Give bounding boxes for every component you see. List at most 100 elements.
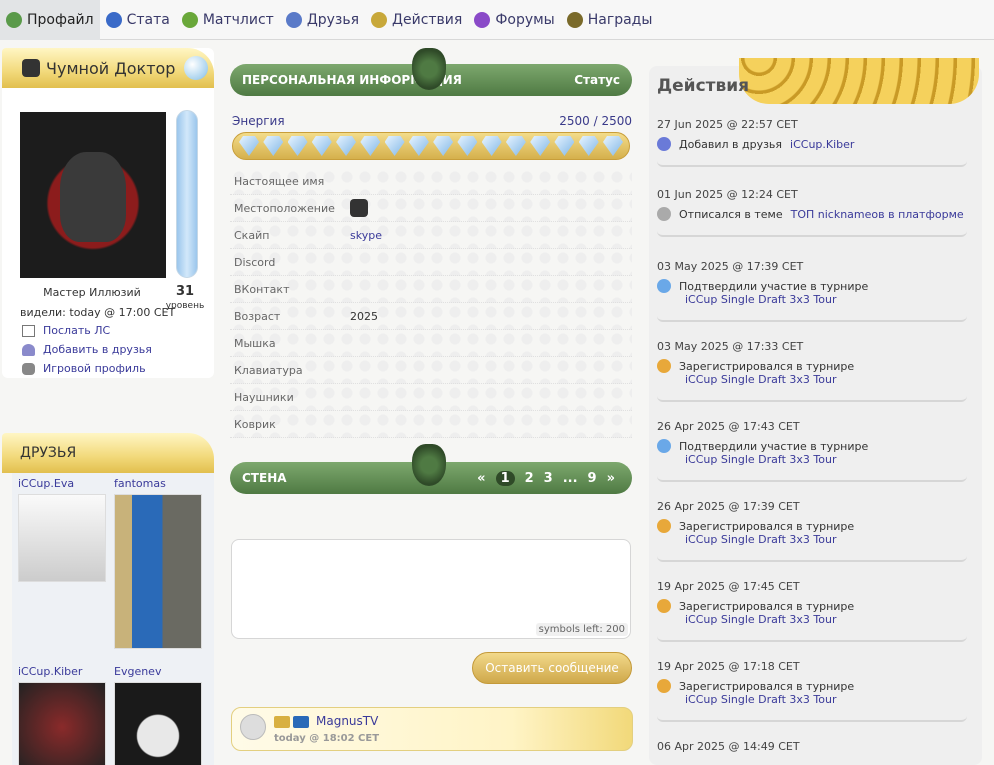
- tab-actions[interactable]: Действия: [365, 0, 468, 40]
- info-key: Местоположение: [234, 201, 335, 215]
- stats-icon: [105, 11, 122, 28]
- wall-message-input[interactable]: symbols left: 200: [231, 539, 631, 639]
- info-value[interactable]: skype: [350, 229, 382, 242]
- crown-icon: [274, 716, 290, 728]
- diamond-icon: [287, 136, 308, 156]
- confirm-icon: [657, 439, 671, 453]
- diamond-icon: [457, 136, 478, 156]
- dragon-emblem-icon: [412, 48, 446, 90]
- activity-line: Подтвердили участие в турнире: [657, 439, 975, 453]
- activity-link[interactable]: ТОП nicknameов в платформе: [791, 208, 964, 221]
- friend-item[interactable]: iCCup.Kiber: [18, 665, 108, 765]
- wall-pager: « 1 2 3 ... 9 »: [472, 470, 620, 486]
- matchlist-icon: [181, 11, 198, 28]
- activity-date: 19 Apr 2025 @ 17:45 CET: [657, 580, 800, 593]
- activity-text: Зарегистрировался в турнире: [679, 519, 855, 533]
- activity-tournament-link[interactable]: iCCup Single Draft 3x3 Tour: [685, 613, 975, 626]
- left-column: Чумной Доктор 31 уровень Мастер Иллюзий …: [2, 48, 214, 765]
- diamond-icon: [433, 136, 454, 156]
- tab-matchlist[interactable]: Матчлист: [176, 0, 280, 40]
- info-row: Discord: [230, 249, 632, 276]
- status-label[interactable]: Статус: [574, 73, 620, 87]
- activity-separator: [657, 556, 967, 562]
- pager-prev[interactable]: «: [477, 471, 485, 486]
- pager-next[interactable]: »: [607, 471, 615, 486]
- add-friend-link[interactable]: Добавить в друзья: [22, 343, 152, 356]
- activity-tournament-link[interactable]: iCCup Single Draft 3x3 Tour: [685, 293, 975, 306]
- friend-item[interactable]: Evgenev: [114, 665, 204, 765]
- profile-name: Чумной Доктор: [46, 58, 176, 78]
- commenter-avatar[interactable]: [240, 714, 266, 740]
- info-row: ВКонтакт: [230, 276, 632, 303]
- controller-icon: [22, 362, 35, 375]
- activity-date: 01 Jun 2025 @ 12:24 CET: [657, 188, 798, 201]
- activity-line: Отписался в теме ТОП nicknameов в платфор…: [657, 207, 975, 221]
- diamond-icon: [408, 136, 429, 156]
- info-row: Местоположение: [230, 195, 632, 222]
- gold-coins-decoration: [739, 58, 979, 104]
- confirm-icon: [657, 279, 671, 293]
- commenter-name[interactable]: MagnusTV: [316, 714, 378, 728]
- friend-avatar[interactable]: [114, 682, 202, 765]
- tab-stats[interactable]: Стата: [100, 0, 176, 40]
- diamond-icon: [530, 136, 551, 156]
- tab-friends[interactable]: Друзья: [280, 0, 365, 40]
- activity-link[interactable]: iCCup.Kiber: [790, 138, 854, 151]
- post-message-button[interactable]: Оставить сообщение: [472, 652, 632, 684]
- info-key: Discord: [234, 255, 276, 269]
- activity-column: Действия 27 Jun 2025 @ 22:57 CET Добавил …: [649, 58, 982, 765]
- friend-item[interactable]: fantomas: [114, 477, 204, 649]
- diamond-icon: [384, 136, 405, 156]
- wall-title: СТЕНА: [242, 471, 287, 485]
- friend-avatar[interactable]: [18, 494, 106, 582]
- info-row: Мышка: [230, 330, 632, 357]
- info-key: Настоящее имя: [234, 174, 325, 188]
- activity-date: 03 May 2025 @ 17:33 CET: [657, 340, 804, 353]
- send-pm-link[interactable]: Послать ЛС: [22, 324, 110, 337]
- tab-awards[interactable]: Награды: [561, 0, 659, 40]
- level-meter: [176, 110, 198, 278]
- activity-title: Действия: [657, 76, 750, 96]
- activity-text: Подтвердили участие в турнире: [679, 439, 869, 453]
- activity-tournament-link[interactable]: iCCup Single Draft 3x3 Tour: [685, 533, 975, 546]
- envelope-icon: [22, 324, 35, 337]
- activity-tournament-link[interactable]: iCCup Single Draft 3x3 Tour: [685, 693, 975, 706]
- activity-item: 26 Apr 2025 @ 17:39 CET Зарегистрировался…: [657, 500, 975, 562]
- diamond-icon: [602, 136, 623, 156]
- tab-profile[interactable]: Профайл: [0, 0, 100, 40]
- plague-doctor-icon: [22, 59, 40, 77]
- register-icon: [657, 519, 671, 533]
- activity-separator: [657, 636, 967, 642]
- add-friend-icon: [657, 137, 671, 151]
- wall-comment: MagnusTV today @ 18:02 CET: [231, 707, 633, 751]
- avatar: [20, 112, 166, 278]
- rank-title: Мастер Иллюзий: [43, 286, 141, 299]
- friend-avatar[interactable]: [18, 682, 106, 765]
- pager-page-9[interactable]: 9: [588, 471, 597, 486]
- game-profile-link[interactable]: Игровой профиль: [22, 362, 146, 375]
- activity-item: 03 May 2025 @ 17:33 CET Зарегистрировался…: [657, 340, 975, 402]
- info-row: Клавиатура: [230, 357, 632, 384]
- friend-avatar[interactable]: [114, 494, 202, 649]
- tab-forums[interactable]: Форумы: [468, 0, 560, 40]
- info-key: Скайп: [234, 228, 270, 242]
- activity-text: Отписался в теме: [679, 207, 783, 221]
- activity-line: Добавил в друзья iCCup.Kiber: [657, 137, 975, 151]
- register-icon: [657, 679, 671, 693]
- activity-tournament-link[interactable]: iCCup Single Draft 3x3 Tour: [685, 453, 975, 466]
- activity-separator: [657, 476, 967, 482]
- pager-page-3[interactable]: 3: [544, 471, 553, 486]
- info-row: Наушники: [230, 384, 632, 411]
- friend-item[interactable]: iCCup.Eva: [18, 477, 108, 582]
- commenter-badges: [274, 716, 312, 728]
- profile-icon: [6, 11, 22, 28]
- forums-icon: [474, 11, 491, 28]
- activity-text: Зарегистрировался в турнире: [679, 359, 855, 373]
- activity-date: 27 Jun 2025 @ 22:57 CET: [657, 118, 798, 131]
- activity-tournament-link[interactable]: iCCup Single Draft 3x3 Tour: [685, 373, 975, 386]
- activity-item: 03 May 2025 @ 17:39 CET Подтвердили участ…: [657, 260, 975, 322]
- activity-line: Зарегистрировался в турнире: [657, 679, 975, 693]
- activity-item: 01 Jun 2025 @ 12:24 CET Отписался в теме Т…: [657, 188, 975, 237]
- pager-page-2[interactable]: 2: [525, 471, 534, 486]
- pager-page-1[interactable]: 1: [495, 470, 515, 486]
